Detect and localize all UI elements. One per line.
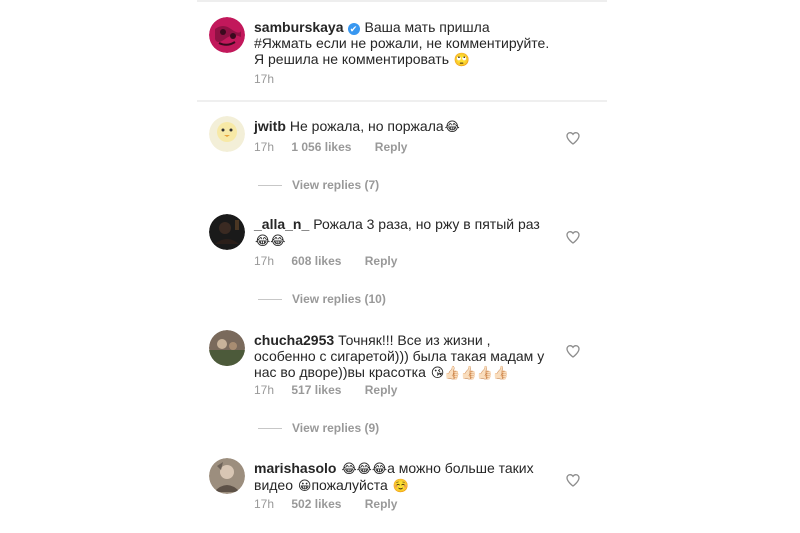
grinning-emoji: 😀 — [297, 479, 312, 494]
comment-text: Рожала 3 раза, но ржу в пятый раз — [313, 216, 540, 232]
comment-avatar[interactable] — [209, 116, 245, 152]
replies-line — [258, 428, 282, 430]
view-replies-label: View replies (9) — [292, 421, 380, 435]
replies-line — [258, 299, 282, 301]
laughing-emoji: 😂 — [444, 120, 460, 135]
caption-text-block: samburskaya ✔ Ваша мать пришла #Яжмать есл… — [254, 19, 550, 68]
comment-meta: 17h 608 likes Reply — [254, 254, 397, 268]
view-replies-button[interactable]: View replies (9) — [254, 421, 379, 435]
caption-time: 17h — [254, 72, 275, 86]
heart-outline-icon[interactable] — [565, 343, 581, 359]
comment-text-block: marishasolo 😂😂😂а можно больше таких видео… — [254, 460, 550, 494]
reply-button[interactable]: Reply — [365, 383, 398, 397]
comment-text: Не рожала, но поржала — [289, 118, 444, 134]
view-replies-label: View replies (7) — [292, 178, 380, 192]
comment-text-block: _alla_n_ Рожала 3 раза, но ржу в пятый ра… — [254, 216, 550, 249]
kiss-thumbs-up-emoji: 😘👍🏻👍🏻👍🏻👍🏻 — [430, 366, 510, 381]
likes-count[interactable]: 502 likes — [291, 497, 341, 511]
likes-count[interactable]: 517 likes — [291, 383, 341, 397]
view-replies-button[interactable]: View replies (7) — [254, 178, 379, 192]
comment-time: 17h — [254, 383, 275, 397]
divider — [197, 0, 607, 2]
likes-count[interactable]: 608 likes — [291, 254, 341, 268]
heart-outline-icon[interactable] — [565, 130, 581, 146]
comment-meta: 17h 517 likes Reply — [254, 383, 397, 397]
comments-panel: samburskaya ✔ Ваша мать пришла #Яжмать есл… — [197, 0, 607, 533]
comment-meta: 17h 1 056 likes Reply — [254, 140, 407, 154]
caption-meta: 17h — [254, 72, 274, 86]
comment-text-block: chucha2953 Точняк!!! Все из жизни , особе… — [254, 332, 550, 381]
divider — [197, 100, 607, 102]
comment-time: 17h — [254, 254, 275, 268]
smiling-emoji: ☺️ — [392, 479, 409, 494]
laughing-emoji: 😂😂 — [255, 234, 286, 249]
comment-time: 17h — [254, 497, 275, 511]
comment-username[interactable]: jwitb — [254, 118, 286, 134]
verified-badge-icon: ✔ — [347, 23, 360, 35]
comment-time: 17h — [254, 140, 275, 154]
caption-avatar[interactable] — [209, 17, 245, 53]
comment-username[interactable]: marishasolo — [254, 460, 336, 476]
reply-button[interactable]: Reply — [365, 497, 398, 511]
view-replies-button[interactable]: View replies (10) — [254, 292, 386, 306]
comment-meta: 17h 502 likes Reply — [254, 497, 397, 511]
comment-avatar[interactable] — [209, 214, 245, 250]
heart-outline-icon[interactable] — [565, 472, 581, 488]
heart-outline-icon[interactable] — [565, 229, 581, 245]
rolling-eyes-emoji: 🙄 — [453, 53, 471, 68]
caption-username[interactable]: samburskaya — [254, 19, 344, 35]
comment-username[interactable]: chucha2953 — [254, 332, 334, 348]
comment-text: пожалуйста — [311, 477, 392, 493]
reply-button[interactable]: Reply — [375, 140, 408, 154]
comment-text-block: jwitb Не рожала, но поржала😂 — [254, 118, 550, 135]
view-replies-label: View replies (10) — [292, 292, 386, 306]
comment-username[interactable]: _alla_n_ — [254, 216, 309, 232]
replies-line — [258, 185, 282, 187]
likes-count[interactable]: 1 056 likes — [291, 140, 351, 154]
comment-avatar[interactable] — [209, 330, 245, 366]
comment-avatar[interactable] — [209, 458, 245, 494]
reply-button[interactable]: Reply — [365, 254, 398, 268]
laughing-emoji: 😂😂😂 — [341, 462, 388, 477]
